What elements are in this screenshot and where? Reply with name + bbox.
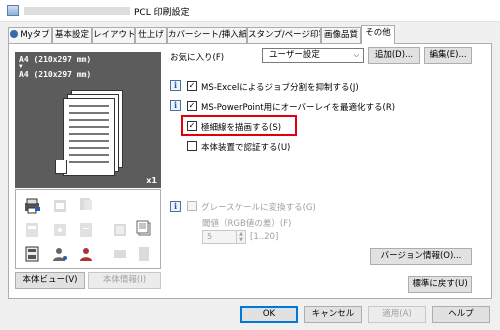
storage-icon xyxy=(25,246,39,262)
tab-other[interactable]: その他 xyxy=(361,25,395,44)
edit-favorite-button[interactable]: 編集(E)... xyxy=(424,47,472,64)
reset-default-button[interactable]: 標準に戻す(U) xyxy=(408,276,472,293)
body-info-button[interactable]: 本体情報(I) xyxy=(88,272,161,289)
document-stack-icon xyxy=(136,220,151,236)
grayscale-label: グレースケールに変換する(G) xyxy=(201,203,316,213)
title-redacted xyxy=(24,7,130,15)
account-track-icon xyxy=(80,248,92,261)
info-icon: i xyxy=(170,80,181,91)
window-title: PCL 印刷設定 xyxy=(134,8,190,18)
favorites-select[interactable]: ユーザー設定 ⌵ xyxy=(262,48,364,63)
spinner-arrows-icon[interactable]: ▲ ▼ xyxy=(236,231,245,243)
threshold-label: 閾値（RGB値の差）(F) xyxy=(202,219,292,229)
preview-zoom: x1 xyxy=(146,176,157,185)
arrow-down-icon: ▼ xyxy=(19,63,23,70)
tab-finishing[interactable]: 仕上げ xyxy=(135,27,167,43)
ppt-overlay-label: MS-PowerPoint用にオーバーレイを最適化する(R) xyxy=(201,103,396,113)
add-favorite-button[interactable]: 追加(D)... xyxy=(368,47,420,64)
tab-basic[interactable]: 基本設定 xyxy=(52,27,92,43)
paper-size-original: A4 (210x297 mm) xyxy=(19,55,92,64)
cabinet-icon xyxy=(139,247,149,261)
punch-icon xyxy=(54,224,66,236)
tab-cover-sheet[interactable]: カバーシート/挿入紙 xyxy=(167,27,247,43)
finisher-icon xyxy=(26,223,38,237)
cancel-button[interactable]: キャンセル xyxy=(304,306,362,323)
printer-icon xyxy=(25,198,40,214)
device-auth-label: 本体装置で認証する(U) xyxy=(201,143,291,153)
ok-button[interactable]: OK xyxy=(240,306,298,323)
tab-stamp[interactable]: スタンプ/ページ印字 xyxy=(247,27,321,43)
title-bar: PCL 印刷設定 xyxy=(0,0,500,22)
preview-page-front xyxy=(63,98,115,176)
stacker-icon xyxy=(80,198,92,210)
apply-button[interactable]: 適用(A) xyxy=(368,306,426,323)
tab-image-quality[interactable]: 画像品質 xyxy=(321,27,361,43)
tab-layout[interactable]: レイアウト xyxy=(92,27,135,43)
excel-suppress-label: MS-Excelによるジョブ分割を抑制する(J) xyxy=(201,83,359,93)
print-preview: A4 (210x297 mm) ▼ A4 (210x297 mm) x1 xyxy=(15,52,161,188)
highlight-box xyxy=(181,115,297,136)
tab-mytab[interactable]: Myタブ xyxy=(8,27,52,43)
device-auth-checkbox[interactable] xyxy=(187,141,197,151)
favorites-label: お気に入り(F) xyxy=(170,53,225,63)
help-button[interactable]: ヘルプ xyxy=(432,306,490,323)
hdd-icon xyxy=(114,250,126,258)
threshold-range: [1..20] xyxy=(250,232,279,242)
device-options-panel xyxy=(15,189,161,269)
threshold-spinner[interactable]: 5 ▲ ▼ xyxy=(202,230,246,244)
user-tab-icon xyxy=(10,30,19,38)
ppt-overlay-checkbox[interactable]: ✓ xyxy=(187,101,197,111)
info-icon: i xyxy=(170,201,181,212)
tray-icon xyxy=(54,200,66,212)
paper-size-output: A4 (210x297 mm) xyxy=(19,70,92,79)
chevron-down-icon: ⌵ xyxy=(353,51,359,59)
user-auth-icon xyxy=(53,248,67,261)
excel-suppress-checkbox[interactable]: ✓ xyxy=(187,81,197,91)
staple-icon xyxy=(80,223,92,237)
printer-app-icon xyxy=(7,5,19,16)
grayscale-checkbox[interactable] xyxy=(187,201,197,211)
version-info-button[interactable]: バージョン情報(O)... xyxy=(370,248,472,265)
info-icon: i xyxy=(170,100,181,111)
page-fold-icon xyxy=(55,160,67,174)
body-view-button[interactable]: 本体ビュー(V) xyxy=(15,272,85,289)
booklet-icon xyxy=(114,224,126,236)
